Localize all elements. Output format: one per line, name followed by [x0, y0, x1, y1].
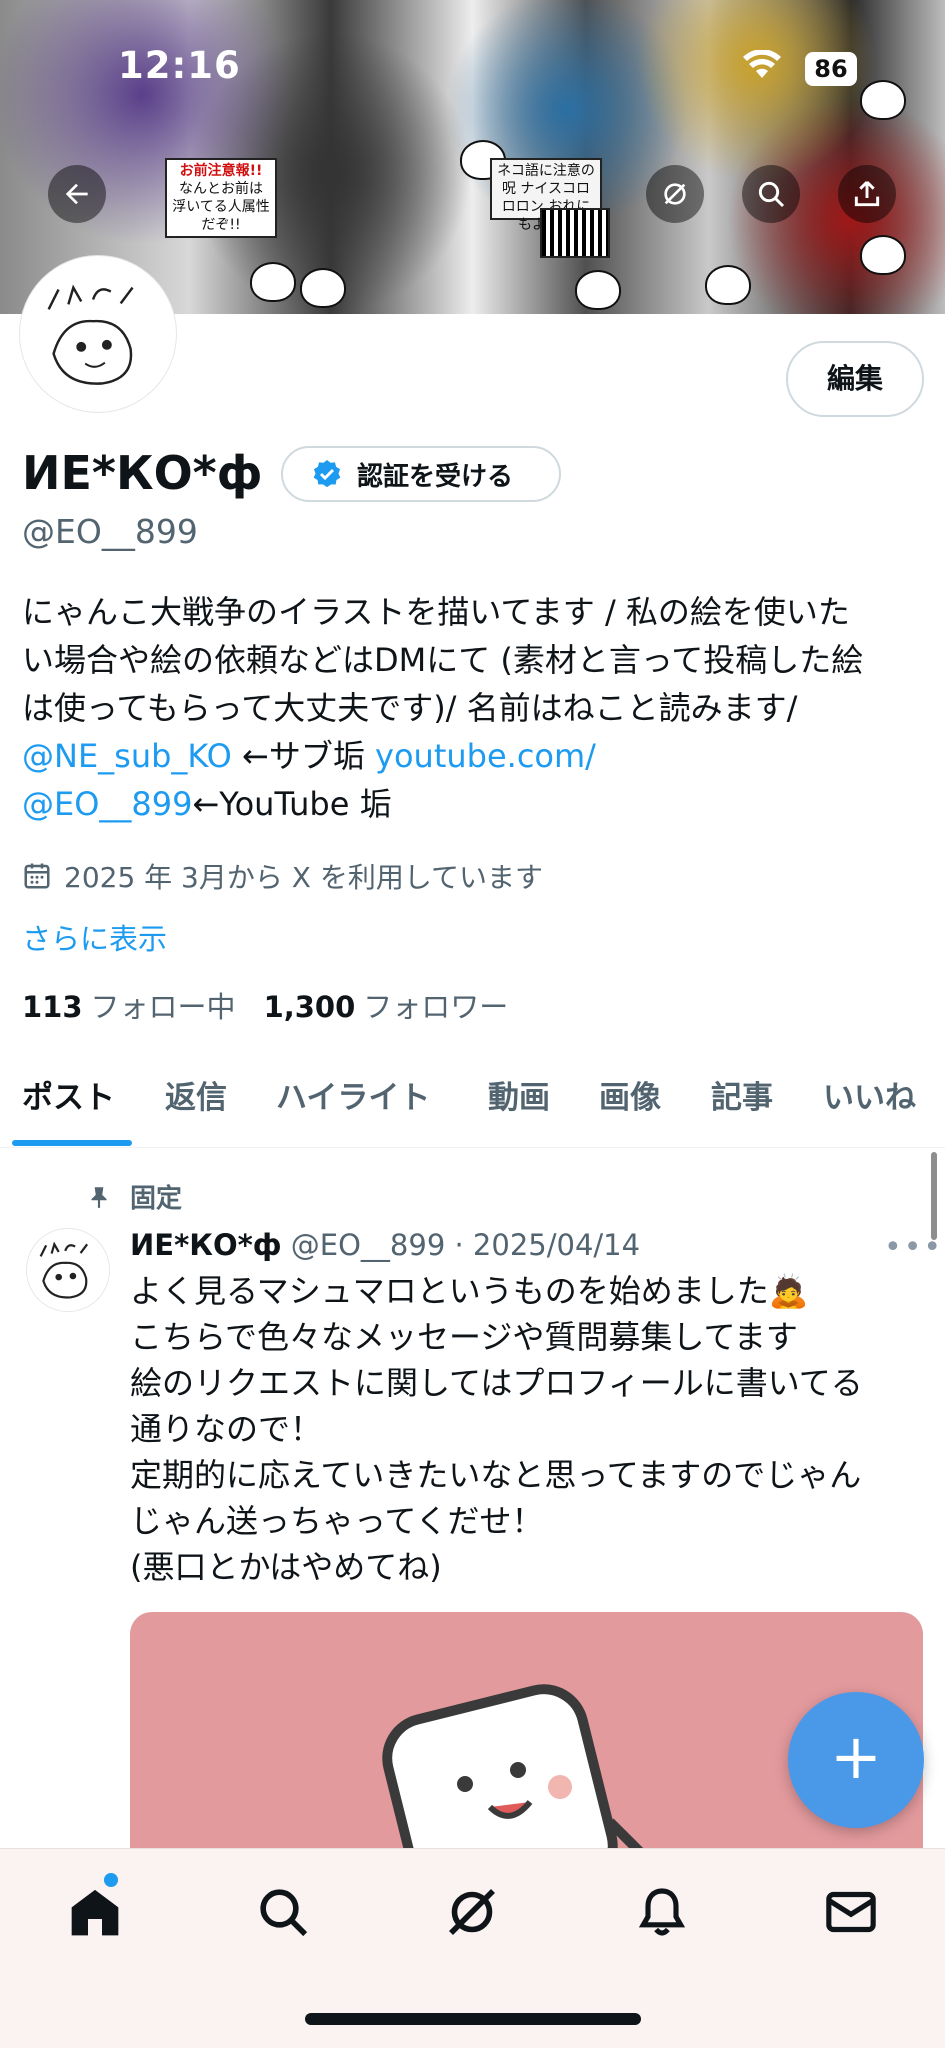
post-line: 通りなので！ [130, 1410, 323, 1448]
bio-mention-link[interactable]: @EO__899 [22, 785, 192, 823]
bio-text: ←YouTube 垢 [192, 785, 392, 823]
banner-cat-drawing [860, 80, 906, 120]
home-icon [71, 1889, 119, 1936]
following-label: フォロー中 [90, 990, 236, 1024]
bio-line: にゃんこ大戦争のイラストを描いてます / 私の絵を使いた [22, 593, 850, 631]
bio-line: は使ってもらって大丈夫です)/ 名前はねこと読みます/ [22, 689, 798, 727]
post-line: じゃん送っちゃってくだせ！ [130, 1502, 544, 1540]
active-tab-indicator [12, 1140, 132, 1146]
banner-cat-drawing [250, 262, 296, 302]
pin-icon [91, 1186, 107, 1208]
post-meta: @EO__899 · 2025/04/14 [281, 1228, 641, 1262]
grok-icon [664, 183, 686, 205]
banner-warning-sign: お前注意報!! なんとお前は 浮いてる人属性 だぞ!! [165, 158, 277, 238]
search-button[interactable] [742, 165, 800, 223]
bio-youtube-link[interactable]: youtube.com/ [375, 737, 596, 775]
post-header: ИЕ*КО*ф @EO__899 · 2025/04/14 [130, 1228, 640, 1262]
bio-text: ←サブ垢 [231, 737, 376, 775]
edit-profile-button[interactable]: 編集 [786, 341, 924, 417]
post-avatar[interactable] [26, 1228, 110, 1312]
tab-articles[interactable]: 記事 [711, 1072, 773, 1117]
get-verified-button[interactable]: 認証を受ける [281, 446, 561, 502]
nav-home[interactable] [60, 1877, 130, 1947]
calendar-icon [24, 863, 50, 889]
notification-dot [104, 1873, 118, 1887]
bio-line: @EO__899←YouTube 垢 [22, 780, 922, 828]
get-verified-label: 認証を受ける [357, 461, 514, 492]
tab-videos[interactable]: 動画 [488, 1072, 550, 1117]
post-text: よく見るマシュマロというものを始めました🙇 こちらで色々なメッセージや質問募集し… [130, 1268, 920, 1590]
bio-mention-link[interactable]: @NE_sub_KO [22, 737, 232, 775]
profile-avatar[interactable] [20, 256, 176, 412]
banner-warning-text: なんとお前は 浮いてる人属性 だぞ!! [172, 181, 270, 233]
follow-stats: 113 フォロー中 1,300 フォロワー [22, 984, 508, 1026]
back-button[interactable] [48, 165, 106, 223]
banner-qr-code [540, 208, 610, 258]
post-line: こちらで色々なメッセージや質問募集してます [130, 1318, 798, 1356]
home-indicator [305, 2013, 641, 2025]
search-icon [758, 181, 785, 208]
arrow-left-icon [65, 183, 88, 205]
share-button[interactable] [838, 165, 896, 223]
pinned-label: 固定 [130, 1184, 183, 1214]
nav-grok[interactable] [437, 1877, 507, 1947]
joined-text: 2025 年 3月から X を利用しています [64, 861, 544, 894]
profile-bio: にゃんこ大戦争のイラストを描いてます / 私の絵を使いた い場合や絵の依頼などは… [22, 588, 922, 828]
nav-search[interactable] [248, 1877, 318, 1947]
avatar-drawing [27, 1229, 109, 1311]
grok-icon [449, 1889, 495, 1935]
tab-media[interactable]: 画像 [599, 1072, 661, 1117]
followers-link[interactable]: 1,300 フォロワー [264, 984, 509, 1026]
post-line: よく見るマシュマロというものを始めました🙇 [130, 1272, 809, 1310]
bell-icon [638, 1888, 686, 1936]
verified-badge-icon [313, 460, 341, 488]
share-icon [854, 180, 880, 207]
banner-cat-drawing [575, 270, 621, 310]
post-line: 定期的に応えていきたいなと思ってますのでじゃん [130, 1456, 862, 1494]
banner-cat-drawing [705, 265, 751, 305]
nav-notifications[interactable] [627, 1877, 697, 1947]
banner-warning-title: お前注意報!! [179, 163, 263, 179]
following-count: 113 [22, 990, 83, 1024]
battery-indicator: 86 [805, 52, 857, 86]
tab-highlights[interactable]: ハイライト [276, 1072, 430, 1117]
avatar-drawing [24, 260, 172, 408]
bio-line: い場合や絵の依頼などはDMにて (素材と言って投稿した絵 [22, 641, 864, 679]
status-time: 12:16 [118, 44, 241, 87]
tab-replies[interactable]: 返信 [165, 1072, 227, 1117]
banner-cat-drawing [860, 235, 906, 275]
profile-tabs: ポスト 返信 ハイライト 動画 画像 記事 いいね [0, 1060, 945, 1148]
following-link[interactable]: 113 フォロー中 [22, 984, 236, 1026]
search-icon [260, 1889, 308, 1937]
compose-button[interactable]: + [788, 1692, 924, 1828]
mail-icon [826, 1891, 876, 1933]
banner-cat-drawing [300, 268, 346, 308]
grok-button[interactable] [646, 165, 704, 223]
post-line: 絵のリクエストに関してはプロフィールに書いてる [130, 1364, 863, 1402]
tab-likes[interactable]: いいね [823, 1072, 916, 1117]
followers-label: フォロワー [363, 990, 509, 1024]
profile-handle: @EO__899 [22, 512, 198, 551]
joined-date: 2025 年 3月から X を利用しています [22, 856, 543, 896]
show-more-link[interactable]: さらに表示 [22, 916, 167, 958]
pinned-indicator: 固定 [86, 1178, 182, 1215]
post-author-name[interactable]: ИЕ*КО*ф [130, 1228, 282, 1262]
display-name: ИЕ*КО*ф [22, 446, 263, 500]
followers-count: 1,300 [263, 990, 356, 1024]
nav-messages[interactable] [816, 1877, 886, 1947]
scrollbar[interactable] [931, 1152, 937, 1240]
wifi-icon [743, 49, 781, 88]
bio-line: @NE_sub_KO ←サブ垢 youtube.com/ [22, 732, 922, 780]
post-line: (悪口とかはやめてね) [130, 1548, 442, 1586]
tab-posts[interactable]: ポスト [22, 1072, 115, 1117]
bottom-navigation [0, 1848, 945, 2048]
